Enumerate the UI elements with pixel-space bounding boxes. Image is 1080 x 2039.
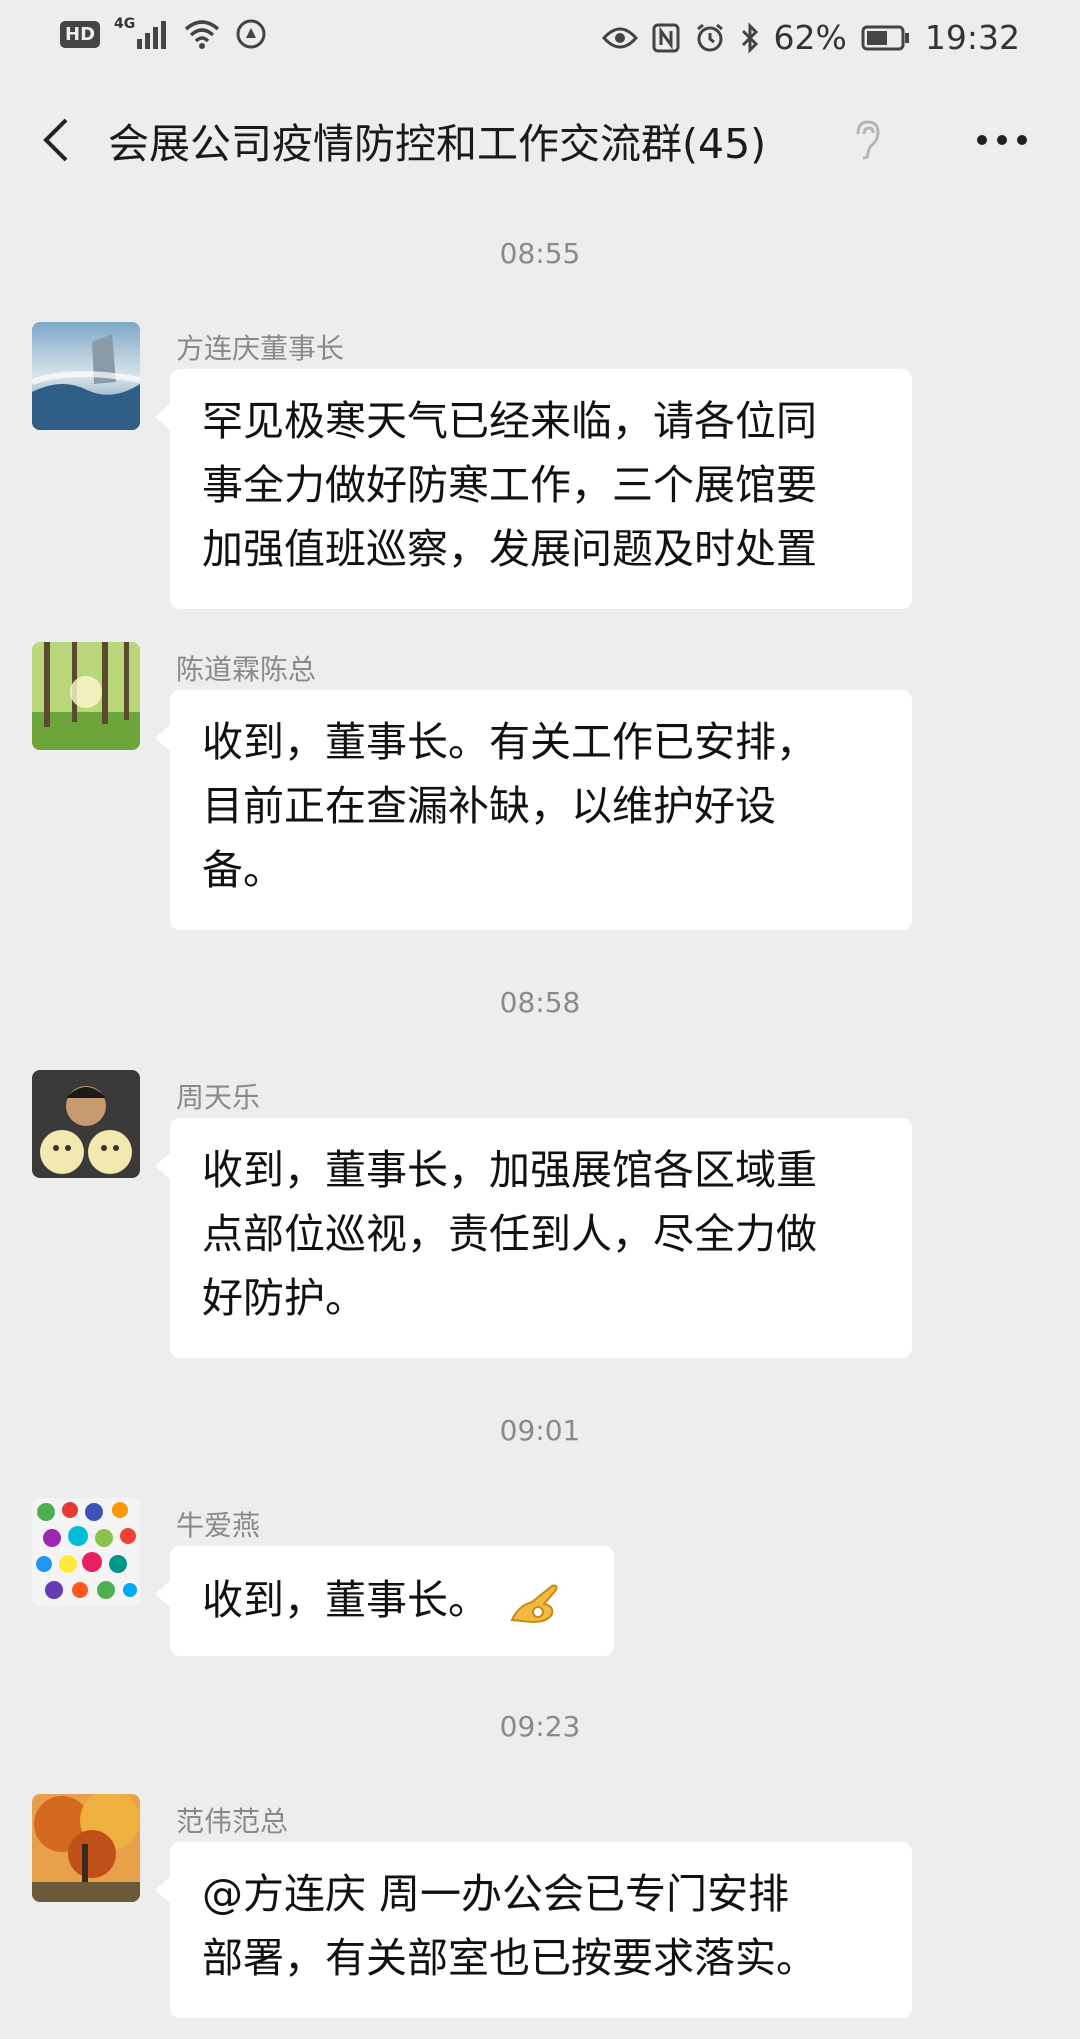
message-line: 事全力做好防寒工作，三个展馆要 — [202, 461, 817, 509]
message-line: 备。 — [202, 846, 284, 894]
back-button[interactable] — [38, 116, 78, 164]
message-bubble[interactable]: 罕见极寒天气已经来临，请各位同 事全力做好防寒工作，三个展馆要 加强值班巡察，发… — [155, 369, 912, 609]
message-line: 收到，董事长，加强展馆各区域重 — [202, 1146, 817, 1194]
sender-name: 陈道霖陈总 — [176, 653, 317, 686]
avatar[interactable] — [32, 1794, 140, 1902]
message-line: 部署，有关部室也已按要求落实。 — [202, 1934, 817, 1982]
nfc-icon — [652, 23, 680, 53]
message-line: @方连庆 周一办公会已专门安排 — [202, 1870, 790, 1918]
battery-percent: 62% — [773, 18, 847, 57]
hd-badge: HD — [60, 20, 101, 48]
sender-name: 牛爱燕 — [176, 1509, 261, 1542]
message-line: 收到，董事长。有关工作已安排， — [202, 718, 817, 766]
message-line: 点部位巡视，责任到人，尽全力做 — [202, 1210, 817, 1258]
sender-name: 周天乐 — [176, 1081, 261, 1114]
avatar-image — [32, 1498, 140, 1606]
battery-icon — [861, 25, 911, 51]
eye-icon — [601, 26, 638, 50]
wifi-icon — [183, 19, 221, 49]
sender-name: 方连庆董事长 — [176, 332, 345, 365]
message-text: 收到，董事长。 — [202, 1576, 489, 1624]
message-line: 加强值班巡察，发展问题及时处置 — [202, 525, 817, 573]
avatar[interactable] — [32, 1498, 140, 1606]
message-bubble[interactable]: 收到，董事长。 — [155, 1546, 614, 1656]
message-line: 收到，董事长。 — [202, 1568, 584, 1632]
clock-time: 19:32 — [924, 18, 1020, 57]
avatar[interactable] — [32, 642, 140, 750]
status-bar: HD 4G 62% 19:32 — [0, 0, 1080, 80]
message-bubble[interactable]: 收到，董事长。有关工作已安排， 目前正在查漏补缺，以维护好设 备。 — [155, 690, 912, 930]
timestamp: 09:23 — [499, 1710, 581, 1743]
data-saver-icon — [235, 18, 267, 50]
bluetooth-icon — [740, 21, 760, 54]
avatar-image — [32, 642, 140, 750]
alarm-icon — [694, 22, 726, 54]
timestamp: 08:55 — [499, 237, 581, 270]
avatar[interactable] — [32, 322, 140, 430]
ok-hand-emoji-icon — [510, 1584, 558, 1624]
message-bubble[interactable]: 收到，董事长，加强展馆各区域重 点部位巡视，责任到人，尽全力做 好防护。 — [155, 1118, 912, 1358]
ear-mode-icon — [852, 120, 882, 160]
timestamp: 09:01 — [499, 1414, 581, 1447]
message-bubble[interactable]: @方连庆 周一办公会已专门安排 部署，有关部室也已按要求落实。 — [155, 1842, 912, 2018]
avatar-image — [32, 322, 140, 430]
more-dots-icon — [977, 135, 1027, 145]
avatar-image — [32, 1070, 140, 1178]
chat-header: 会展公司疫情防控和工作交流群(45) — [0, 80, 1080, 200]
chat-title: 会展公司疫情防控和工作交流群(45) — [108, 120, 767, 168]
more-button[interactable] — [972, 128, 1032, 152]
signal-icon: 4G — [114, 16, 169, 49]
network-type: 4G — [114, 16, 136, 32]
timestamp: 08:58 — [499, 986, 581, 1019]
avatar[interactable] — [32, 1070, 140, 1178]
message-line: 好防护。 — [202, 1274, 366, 1322]
message-line: 罕见极寒天气已经来临，请各位同 — [202, 397, 817, 445]
chevron-left-icon — [43, 118, 68, 162]
sender-name: 范伟范总 — [176, 1805, 289, 1838]
message-line: 目前正在查漏补缺，以维护好设 — [202, 782, 776, 830]
avatar-image — [32, 1794, 140, 1902]
